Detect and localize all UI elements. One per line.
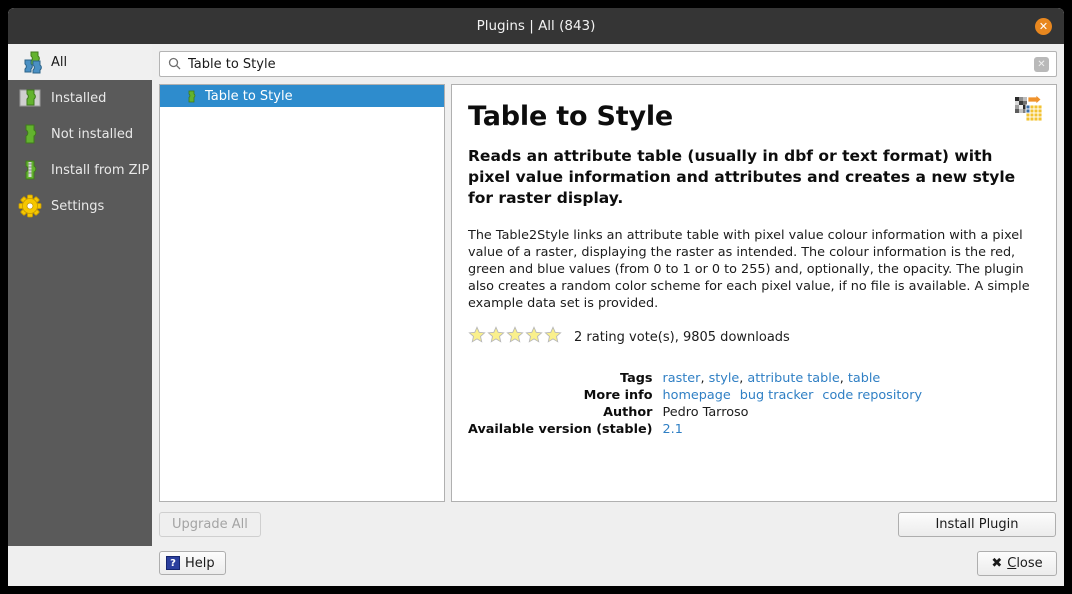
available-version-label: Available version (stable) (468, 422, 653, 437)
table-row: More info homepage bug tracker code reposi… (468, 387, 922, 404)
title-bar: Plugins | All (843) ✕ (8, 8, 1064, 44)
code-repository-link[interactable]: code repository (822, 388, 922, 403)
sidebar-item-label: Installed (51, 90, 107, 106)
tags-value: raster, style, attribute table, table (662, 371, 881, 386)
star-icon (506, 326, 524, 348)
plugin-detail-panel: Table to Style Reads an attribute table … (451, 84, 1057, 502)
plugin-name: Table to Style (205, 88, 293, 104)
table-row: Tags raster, style, attribute table, tab… (468, 370, 922, 387)
question-mark-icon: ? (166, 556, 180, 570)
star-icon (468, 326, 486, 348)
sidebar-item-installed[interactable]: Installed (8, 80, 152, 116)
window-close-icon[interactable]: ✕ (1035, 18, 1052, 35)
sidebar-item-label: Install from ZIP (51, 162, 150, 178)
sidebar-item-not-installed[interactable]: Not installed (8, 116, 152, 152)
homepage-link[interactable]: homepage (663, 388, 731, 403)
sidebar-item-label: Settings (51, 198, 105, 214)
gear-icon (16, 192, 44, 220)
main-area: ✕ Table to Style (152, 44, 1064, 546)
sidebar-item-label: Not installed (51, 126, 134, 142)
puzzle-green-icon (184, 89, 199, 104)
author-label: Author (603, 405, 653, 420)
puzzle-not-installed-icon (16, 120, 44, 148)
plugin-list[interactable]: Table to Style (159, 84, 445, 502)
tags-label: Tags (620, 371, 653, 386)
sidebar-item-label: All (51, 54, 68, 70)
close-mnemonic: C (1007, 555, 1017, 571)
content-panes: Table to Style Table to Style Reads an a… (159, 84, 1057, 502)
star-icon (525, 326, 543, 348)
rating-row: 2 rating vote(s), 9805 downloads (468, 326, 1038, 348)
puzzle-zip-icon (16, 156, 44, 184)
window-title: Plugins | All (843) (476, 18, 596, 34)
more-info-value: homepage bug tracker code repository (663, 387, 923, 404)
action-button-row: Upgrade All Install Plugin (159, 502, 1057, 546)
available-version-value[interactable]: 2.1 (663, 421, 923, 438)
rating-text: 2 rating vote(s), 9805 downloads (574, 329, 790, 345)
tag-link[interactable]: raster (663, 371, 701, 386)
list-item[interactable]: Table to Style (160, 85, 444, 107)
footer-bar: ? Help ✖ Close (8, 546, 1064, 586)
plugin-description: The Table2Style links an attribute table… (468, 228, 1030, 311)
page-title: Table to Style (468, 101, 674, 132)
search-icon (168, 55, 181, 74)
more-info-label: More info (583, 388, 653, 403)
author-value: Pedro Tarroso (662, 405, 749, 420)
star-icon (487, 326, 505, 348)
help-button[interactable]: ? Help (159, 551, 226, 575)
close-label-rest: lose (1016, 555, 1043, 571)
plugins-dialog: Plugins | All (843) ✕ All Installed Not … (8, 8, 1064, 586)
table-row: Author Pedro Tarroso (468, 404, 922, 421)
plugin-metadata-table: Tags raster, style, attribute table, tab… (468, 370, 922, 438)
search-input[interactable] (188, 56, 1034, 72)
sidebar-item-install-from-zip[interactable]: Install from ZIP (8, 152, 152, 188)
tag-link[interactable]: attribute table (747, 371, 839, 386)
install-plugin-button[interactable]: Install Plugin (898, 511, 1056, 537)
table-row: Available version (stable) 2.1 (468, 421, 922, 438)
tag-link[interactable]: table (848, 371, 880, 386)
bug-tracker-link[interactable]: bug tracker (740, 388, 814, 403)
close-x-icon: ✖ (991, 555, 1003, 571)
sidebar: All Installed Not installed Install from… (8, 44, 152, 546)
puzzle-installed-icon (16, 84, 44, 112)
tag-link[interactable]: style (709, 371, 740, 386)
search-bar[interactable]: ✕ (159, 51, 1057, 77)
sidebar-item-settings[interactable]: Settings (8, 188, 152, 224)
clear-x-icon[interactable]: ✕ (1034, 56, 1049, 72)
raster-style-table-icon (1014, 94, 1044, 123)
sidebar-item-all[interactable]: All (8, 44, 152, 80)
help-label: Help (185, 555, 215, 571)
puzzle-all-icon (16, 48, 44, 76)
star-icon (544, 326, 562, 348)
dialog-body: All Installed Not installed Install from… (8, 44, 1064, 546)
close-button[interactable]: ✖ Close (977, 550, 1057, 576)
plugin-summary: Reads an attribute table (usually in dbf… (468, 147, 1016, 207)
upgrade-all-button[interactable]: Upgrade All (159, 511, 261, 537)
